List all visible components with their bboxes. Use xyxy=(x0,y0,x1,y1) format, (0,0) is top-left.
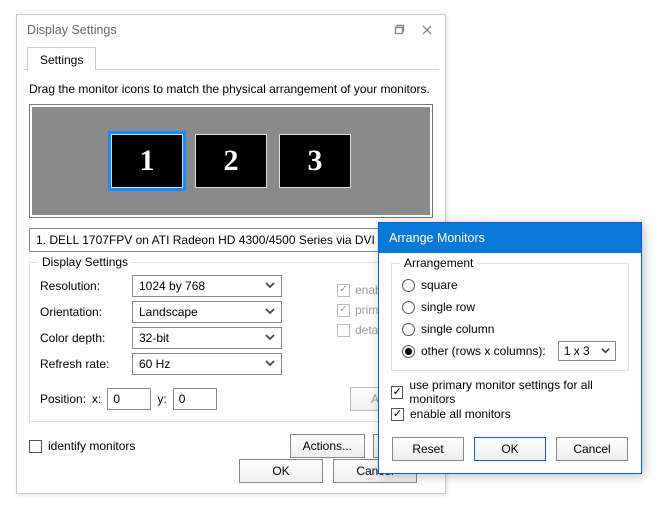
resolution-value: 1024 by 768 xyxy=(139,279,205,293)
pos-x-input[interactable] xyxy=(107,388,151,410)
radio-single-column[interactable] xyxy=(402,323,415,336)
arrange-cancel-button[interactable]: Cancel xyxy=(556,437,628,461)
radio-square[interactable] xyxy=(402,279,415,292)
chevron-down-icon xyxy=(601,344,610,358)
orientation-combo[interactable]: Landscape xyxy=(132,301,282,323)
use-primary-label: use primary monitor settings for all mon… xyxy=(409,378,629,406)
monitor-icon-1[interactable]: 1 xyxy=(111,134,183,188)
color-depth-combo[interactable]: 32-bit xyxy=(132,327,282,349)
actions-button[interactable]: Actions... xyxy=(290,434,365,458)
chevron-down-icon xyxy=(265,279,275,293)
position-label: Position: xyxy=(40,392,86,406)
radio-square-label: square xyxy=(421,278,458,292)
radio-other-label: other (rows x columns): xyxy=(421,344,546,358)
ok-button[interactable]: OK xyxy=(239,459,323,483)
other-dimensions-value: 1 x 3 xyxy=(564,344,590,358)
pos-y-input[interactable] xyxy=(173,388,217,410)
orientation-label: Orientation: xyxy=(40,305,126,319)
resolution-label: Resolution: xyxy=(40,279,126,293)
arrange-ok-button[interactable]: OK xyxy=(474,437,546,461)
tab-strip: Settings xyxy=(23,45,439,70)
monitor-icon-2[interactable]: 2 xyxy=(195,134,267,188)
window-title: Display Settings xyxy=(27,23,385,37)
identify-label: identify monitors xyxy=(48,439,135,453)
pos-x-label: x: xyxy=(92,392,101,406)
chevron-down-icon xyxy=(265,331,275,345)
arrange-window-title: Arrange Monitors xyxy=(389,231,637,245)
other-dimensions-combo[interactable]: 1 x 3 xyxy=(558,341,616,361)
close-icon[interactable] xyxy=(413,16,441,44)
refresh-rate-label: Refresh rate: xyxy=(40,357,126,371)
radio-single-row[interactable] xyxy=(402,301,415,314)
pos-y-label: y: xyxy=(157,392,166,406)
use-primary-checkbox[interactable] xyxy=(391,386,403,399)
radio-single-row-label: single row xyxy=(421,300,475,314)
identify-checkbox[interactable] xyxy=(29,440,42,453)
instruction-text: Drag the monitor icons to match the phys… xyxy=(29,82,433,96)
color-depth-label: Color depth: xyxy=(40,331,126,345)
refresh-rate-combo[interactable]: 60 Hz xyxy=(132,353,282,375)
arrangement-group: Arrangement square single row single col… xyxy=(391,263,629,371)
orientation-value: Landscape xyxy=(139,305,198,319)
radio-single-column-label: single column xyxy=(421,322,494,336)
display-settings-legend: Display Settings xyxy=(38,255,132,269)
primary-checkbox: ✓ xyxy=(337,304,350,317)
enable-all-label: enable all monitors xyxy=(410,407,511,421)
chevron-down-icon xyxy=(265,357,275,371)
resolution-combo[interactable]: 1024 by 768 xyxy=(132,275,282,297)
arrange-monitors-window: Arrange Monitors Arrangement square sing… xyxy=(378,222,642,474)
monitor-arrangement-area: 1 2 3 xyxy=(29,104,433,218)
restore-icon[interactable] xyxy=(385,16,413,44)
monitor-icon-3[interactable]: 3 xyxy=(279,134,351,188)
monitor-info-field[interactable]: 1. DELL 1707FPV on ATI Radeon HD 4300/45… xyxy=(29,228,433,252)
monitor-info-text: 1. DELL 1707FPV on ATI Radeon HD 4300/45… xyxy=(36,233,375,247)
arrange-titlebar[interactable]: Arrange Monitors xyxy=(379,223,641,253)
refresh-rate-value: 60 Hz xyxy=(139,357,170,371)
tab-settings[interactable]: Settings xyxy=(27,47,96,71)
arrangement-legend: Arrangement xyxy=(400,256,477,270)
reset-button[interactable]: Reset xyxy=(392,437,464,461)
detached-checkbox xyxy=(337,324,350,337)
color-depth-value: 32-bit xyxy=(139,331,169,345)
chevron-down-icon xyxy=(265,305,275,319)
radio-other[interactable] xyxy=(402,345,415,358)
monitor-arena[interactable]: 1 2 3 xyxy=(32,107,430,215)
enable-all-checkbox[interactable] xyxy=(391,408,404,421)
titlebar[interactable]: Display Settings xyxy=(17,15,445,45)
enabled-checkbox: ✓ xyxy=(337,284,350,297)
